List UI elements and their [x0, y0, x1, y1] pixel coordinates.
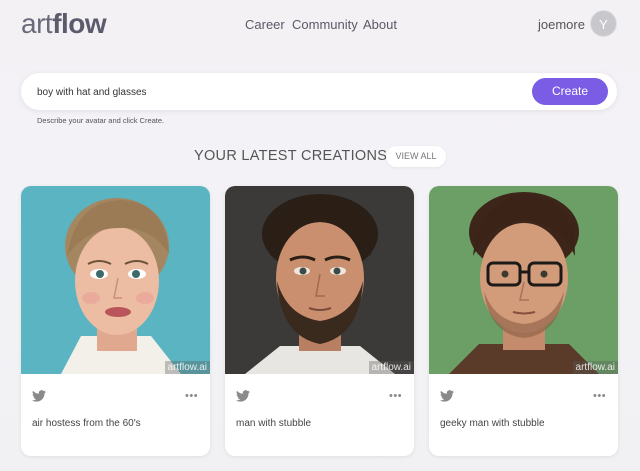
twitter-icon[interactable]	[32, 390, 46, 402]
view-all-button[interactable]: VIEW ALL	[386, 146, 446, 167]
logo-part-art: art	[21, 8, 53, 39]
watermark: artflow.ai	[572, 361, 618, 374]
nav-career[interactable]: Career	[245, 17, 285, 32]
more-options-icon[interactable]: •••	[389, 390, 402, 402]
creation-card[interactable]: artflow.ai ••• geeky man with stubble	[429, 186, 618, 456]
logo-part-flow: flow	[52, 8, 107, 39]
creation-card[interactable]: artflow.ai ••• man with stubble	[225, 186, 414, 456]
card-title: geeky man with stubble	[440, 418, 545, 429]
username[interactable]: joemore	[538, 17, 585, 32]
more-options-icon[interactable]: •••	[593, 390, 606, 402]
watermark: artflow.ai	[164, 361, 210, 374]
twitter-icon[interactable]	[440, 390, 454, 402]
creation-image[interactable]: artflow.ai	[21, 186, 210, 374]
card-title: man with stubble	[236, 418, 312, 429]
more-options-icon[interactable]: •••	[185, 390, 198, 402]
creation-image[interactable]: artflow.ai	[429, 186, 618, 374]
header: artflow Career Community About joemore Y	[0, 0, 640, 50]
prompt-input[interactable]	[37, 83, 517, 101]
nav-community[interactable]: Community	[292, 17, 358, 32]
creation-image[interactable]: artflow.ai	[225, 186, 414, 374]
prompt-hint: Describe your avatar and click Create.	[37, 116, 165, 125]
prompt-bar: Create	[21, 73, 617, 110]
twitter-icon[interactable]	[236, 390, 250, 402]
section-title: YOUR LATEST CREATIONS	[194, 148, 388, 164]
avatar[interactable]: Y	[590, 10, 617, 37]
nav-about[interactable]: About	[363, 17, 397, 32]
artflow-logo[interactable]: artflow	[21, 8, 107, 40]
create-button[interactable]: Create	[532, 78, 608, 105]
creation-card[interactable]: artflow.ai ••• air hostess from the 60's	[21, 186, 210, 456]
watermark: artflow.ai	[368, 361, 414, 374]
card-title: air hostess from the 60's	[32, 418, 141, 429]
